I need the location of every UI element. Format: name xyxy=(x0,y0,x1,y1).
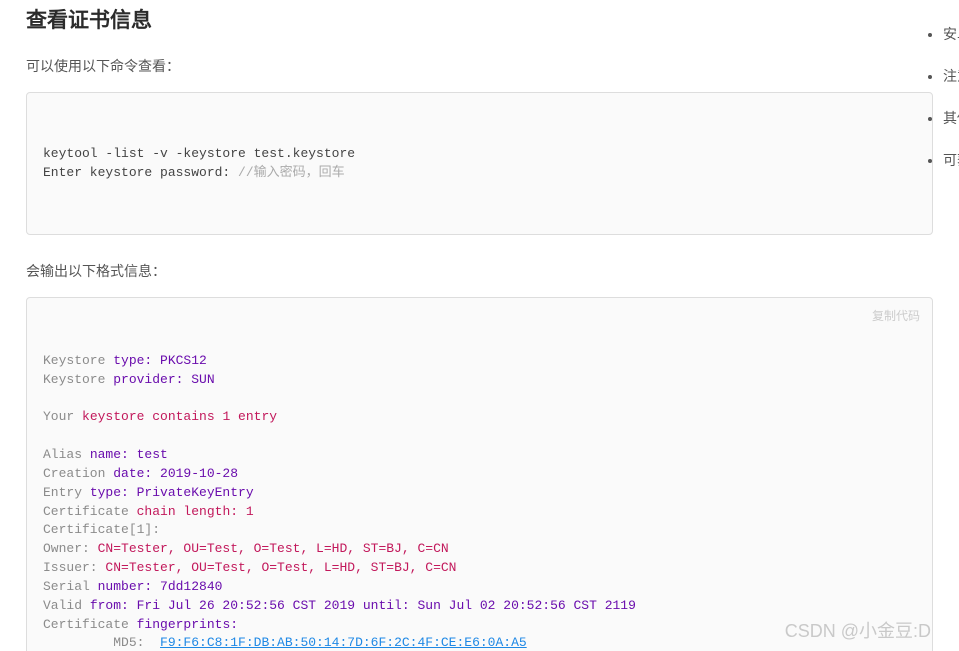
sidebar-item[interactable]: 安卓 xyxy=(943,24,959,44)
out-l1a: Keystore xyxy=(43,353,113,368)
out-l2b: provider: SUN xyxy=(113,372,214,387)
out-l11a: Serial xyxy=(43,579,98,594)
out-md5: F9:F6:C8:1F:DB:AB:50:14:7D:6F:2C:4F:CE:E… xyxy=(160,635,527,650)
out-l9a: Owner: xyxy=(43,541,98,556)
sidebar-item[interactable]: 可获 xyxy=(943,150,959,170)
out-l13b: fingerprints: xyxy=(137,617,238,632)
out-l12a: Valid xyxy=(43,598,90,613)
out-l7b: chain length: 1 xyxy=(137,504,254,519)
section-heading: 查看证书信息 xyxy=(26,4,933,34)
sidebar-item[interactable]: 其他 xyxy=(943,108,959,128)
out-md5-label: MD5: xyxy=(43,635,160,650)
out-l12b: from: Fri Jul 26 20:52:56 CST 2019 until… xyxy=(90,598,636,613)
out-l3a: Your xyxy=(43,409,82,424)
out-l3b: keystore contains 1 entry xyxy=(82,409,277,424)
out-l6b: type: PrivateKeyEntry xyxy=(90,485,254,500)
cmd-line-1: keytool -list -v -keystore test.keystore xyxy=(43,146,355,161)
cmd-comment: //输入密码，回车 xyxy=(238,165,345,180)
sidebar-item[interactable]: 注意 xyxy=(943,66,959,86)
out-l10a: Issuer: xyxy=(43,560,105,575)
out-l2a: Keystore xyxy=(43,372,113,387)
out-l11b: number: 7dd12840 xyxy=(98,579,223,594)
out-l8: Certificate[1]: xyxy=(43,522,160,537)
command-codeblock: keytool -list -v -keystore test.keystore… xyxy=(26,92,933,235)
cmd-line-2a: Enter keystore password: xyxy=(43,165,238,180)
out-l7a: Certificate xyxy=(43,504,137,519)
copy-code-button[interactable]: 复制代码 xyxy=(872,308,920,325)
right-sidebar: 安卓 注意 其他 可获 xyxy=(923,24,959,192)
out-l1b: type: PKCS12 xyxy=(113,353,207,368)
output-intro: 会输出以下格式信息： xyxy=(26,261,933,281)
output-codeblock: 复制代码 Keystore type: PKCS12Keystore provid… xyxy=(26,297,933,651)
out-l5a: Creation xyxy=(43,466,113,481)
out-l4a: Alias xyxy=(43,447,90,462)
out-l10b: CN=Tester, OU=Test, O=Test, L=HD, ST=BJ,… xyxy=(105,560,456,575)
out-l9b: CN=Tester, OU=Test, O=Test, L=HD, ST=BJ,… xyxy=(98,541,449,556)
out-l6a: Entry xyxy=(43,485,90,500)
intro-text: 可以使用以下命令查看： xyxy=(26,56,933,76)
out-l4b: name: test xyxy=(90,447,168,462)
out-l5b: date: 2019-10-28 xyxy=(113,466,238,481)
out-l13a: Certificate xyxy=(43,617,137,632)
